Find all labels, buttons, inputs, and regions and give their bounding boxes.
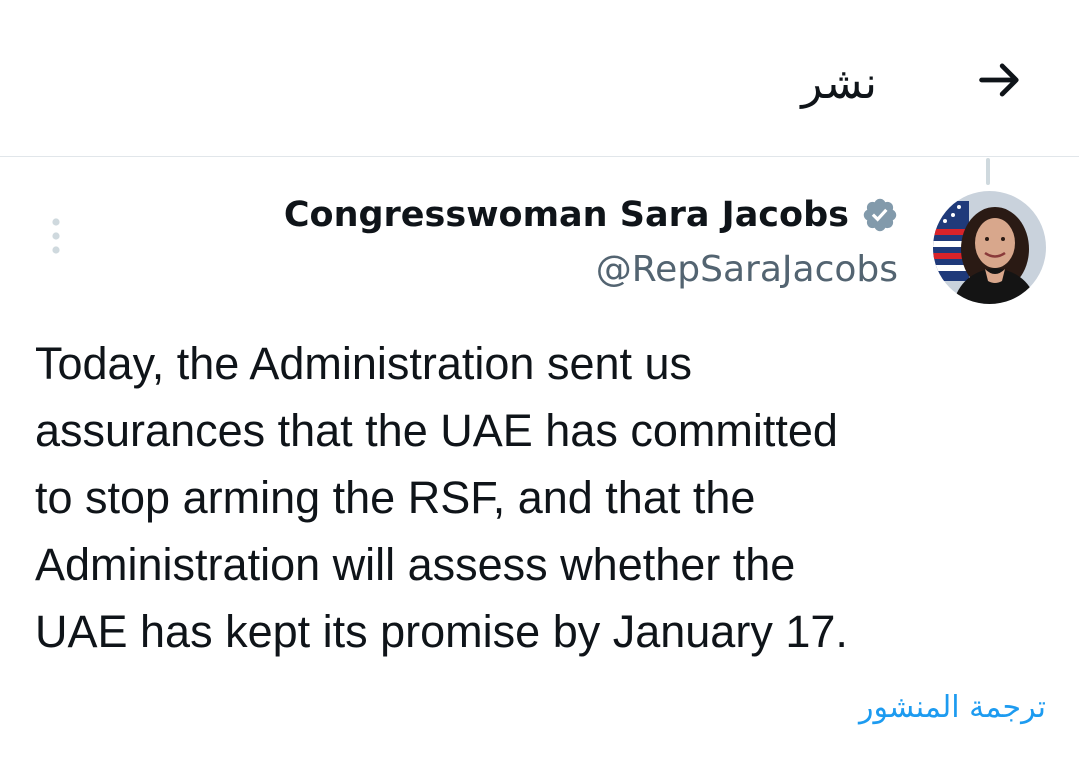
tweet-text-line: to stop arming the RSF, and that the — [35, 472, 756, 523]
author-display-name: Congresswoman Sara Jacobs — [283, 195, 849, 235]
tweet-text-line: Administration will assess whether the — [35, 539, 796, 590]
author-name-row[interactable]: Congresswoman Sara Jacobs — [284, 195, 899, 235]
tweet-text-line: UAE has kept its promise by January 17. — [35, 606, 848, 657]
verified-badge-icon — [861, 196, 899, 234]
translate-post-link[interactable]: ترجمة المنشور — [859, 690, 1046, 725]
profile-photo — [933, 191, 1046, 304]
page-title: نشر — [801, 58, 877, 109]
tweet-body: Today, the Administration sent us assura… — [35, 330, 1035, 665]
back-button[interactable] — [968, 52, 1032, 108]
more-vertical-icon — [52, 218, 60, 254]
author-handle[interactable]: @RepSaraJacobs — [596, 249, 898, 290]
tweet-text-line: Today, the Administration sent us — [35, 338, 693, 389]
tweet-text-line: assurances that the UAE has committed — [35, 405, 838, 456]
avatar[interactable] — [933, 191, 1046, 304]
arrow-right-icon — [979, 63, 1019, 97]
more-options-button[interactable] — [40, 210, 72, 262]
thread-connector-line — [986, 158, 990, 185]
top-bar: نشر — [0, 0, 1079, 157]
